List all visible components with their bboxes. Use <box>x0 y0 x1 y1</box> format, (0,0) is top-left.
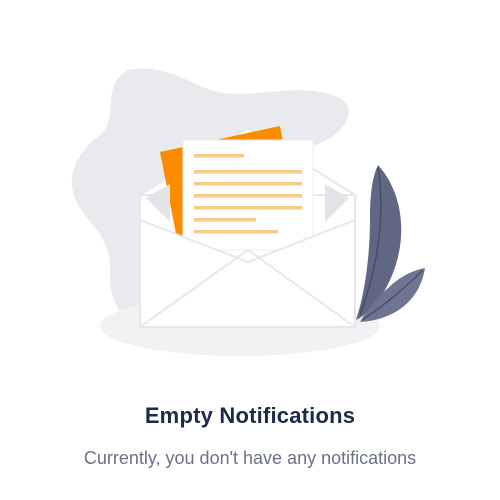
empty-state-title: Empty Notifications <box>144 403 356 428</box>
empty-notifications-screen: Empty Notifications Currently, you don't… <box>0 0 500 500</box>
letter-icon <box>182 139 314 251</box>
empty-state-subtitle: Currently, you don't have any notificati… <box>83 448 417 468</box>
empty-mailbox-illustration <box>71 68 425 356</box>
leaf-icon <box>356 165 425 322</box>
